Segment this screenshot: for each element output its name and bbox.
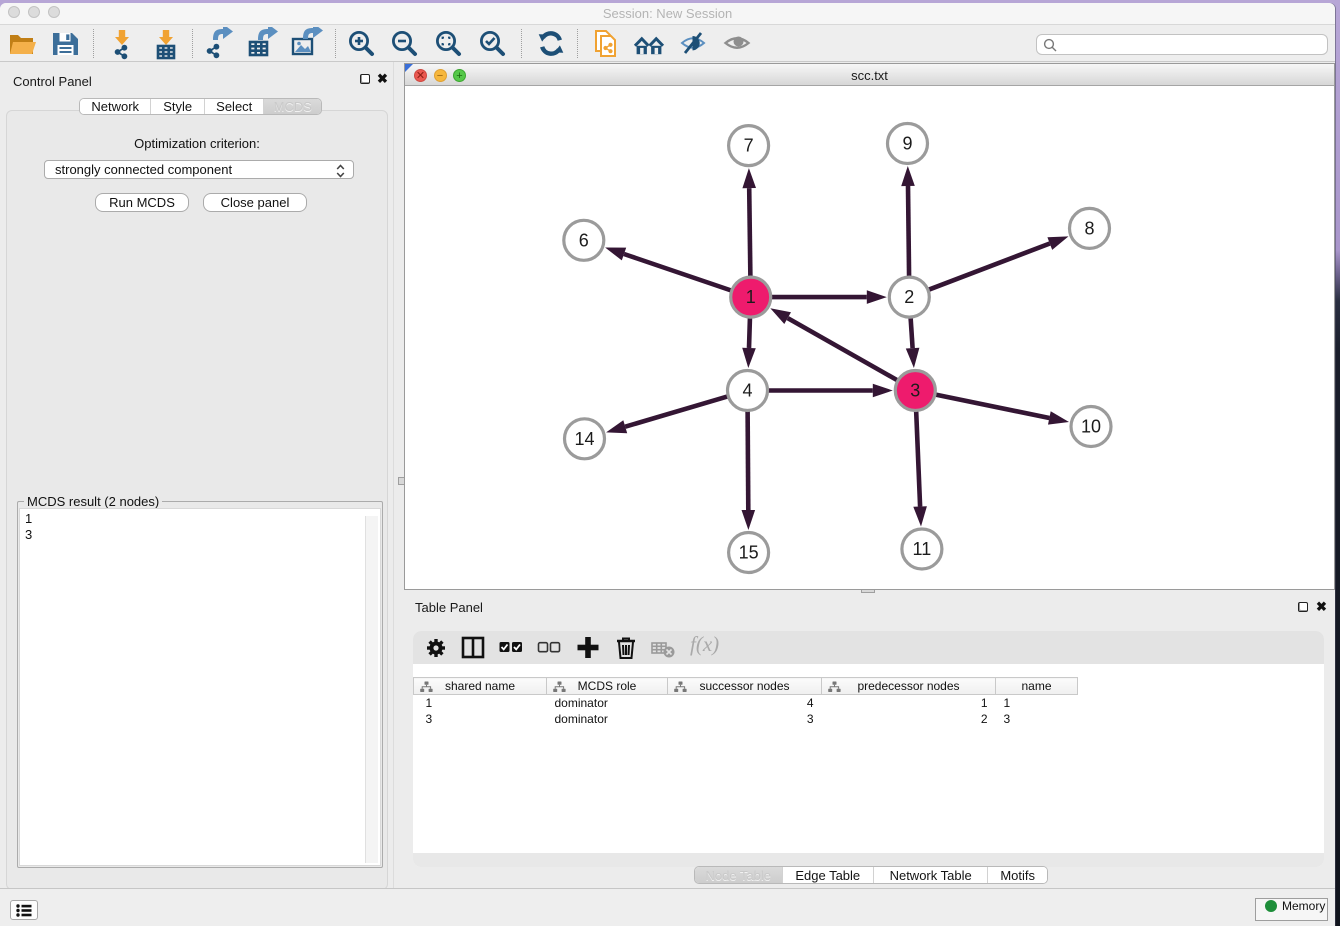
svg-text:15: 15 xyxy=(739,543,759,563)
svg-text:14: 14 xyxy=(574,429,594,449)
svg-text:3: 3 xyxy=(910,381,920,401)
svg-text:7: 7 xyxy=(744,136,754,156)
svg-text:9: 9 xyxy=(902,134,912,154)
svg-text:1: 1 xyxy=(746,287,756,307)
svg-text:8: 8 xyxy=(1084,218,1094,238)
svg-text:11: 11 xyxy=(913,539,932,559)
svg-text:6: 6 xyxy=(579,230,589,250)
svg-text:2: 2 xyxy=(904,287,914,307)
svg-text:4: 4 xyxy=(742,381,752,401)
svg-text:10: 10 xyxy=(1081,417,1101,437)
